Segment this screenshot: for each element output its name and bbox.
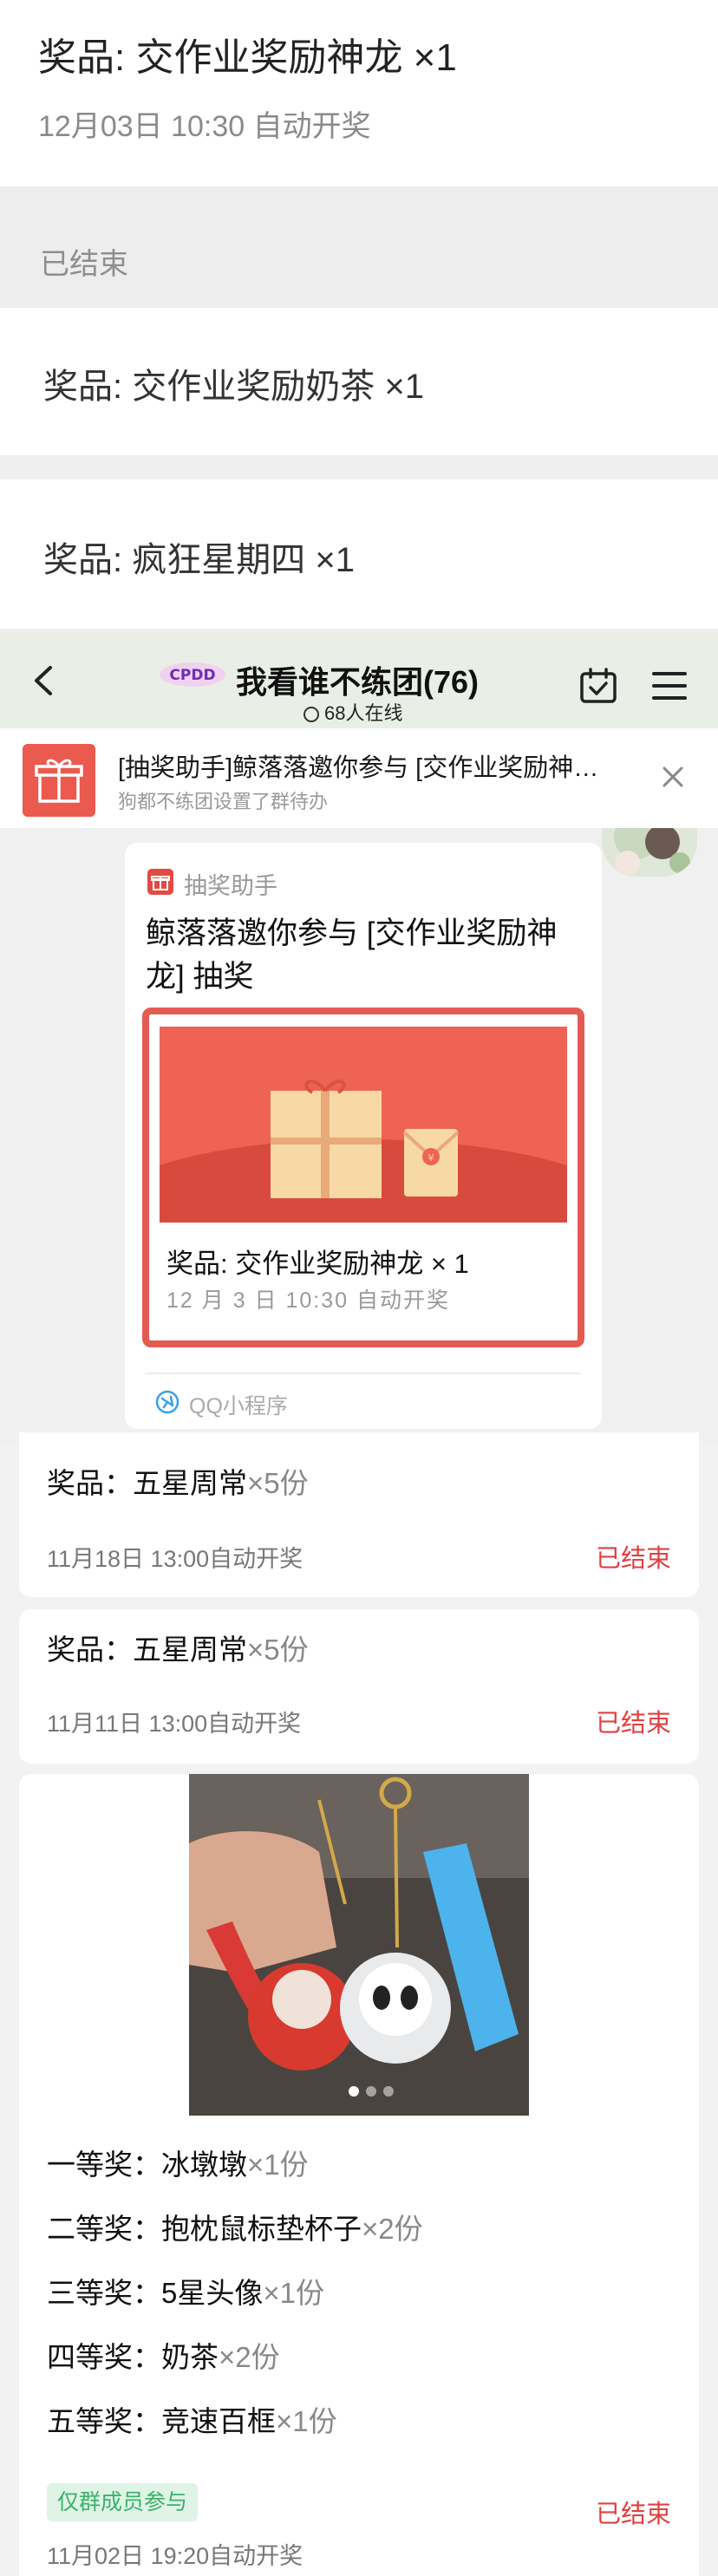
online-count-text: 68人在线 [324, 702, 403, 724]
tier-label: 五等奖： [47, 2405, 161, 2437]
record-prize-name: 五星周常 [133, 1634, 247, 1666]
ended-prize-item[interactable]: 奖品: 交作业奖励奶茶 ×1 [0, 308, 718, 455]
back-icon[interactable] [29, 666, 59, 695]
current-prize-schedule: 12月03日 10:30 自动开奖 [38, 110, 371, 143]
prize-tier: 三等奖：5星头像×1份 [47, 2270, 324, 2312]
calendar-check-icon[interactable] [579, 668, 617, 704]
tier-name: 5星头像 [161, 2277, 264, 2309]
ended-label: 已结束 [40, 248, 128, 281]
tier-label: 二等奖： [47, 2213, 161, 2245]
gift-illustration: ¥ [160, 1027, 567, 1223]
record-prize: 奖品：五星周常×5份 [47, 1460, 309, 1502]
group-name[interactable]: 我看谁不练团(76) [236, 657, 479, 702]
lottery-share-card[interactable]: 抽奖助手 鲸落落邀你参与 [交作业奖励神龙] 抽奖 ¥ 奖品: 交作业奖励神龙 … [125, 843, 602, 1429]
ended-section-header: 已结束 [0, 186, 718, 308]
current-prize-header: 奖品: 交作业奖励神龙 ×1 12月03日 10:30 自动开奖 [0, 0, 718, 186]
tier-name: 冰墩墩 [161, 2149, 247, 2181]
prize-tier: 五等奖：竞速百框×1份 [47, 2398, 337, 2440]
tier-name: 抱枕鼠标垫杯子 [161, 2213, 362, 2245]
card-time: 12 月 3 日 10:30 自动开奖 [166, 1288, 451, 1313]
tier-mult: ×1份 [247, 2149, 309, 2181]
record-status: 已结束 [595, 1545, 671, 1573]
online-count: 68人在线 [304, 698, 402, 726]
avatar[interactable] [602, 828, 697, 877]
lottery-record-multi[interactable]: 一等奖：冰墩墩×1份 二等奖：抱枕鼠标垫杯子×2份 三等奖：5星头像×1份 四等… [19, 1774, 699, 2576]
record-prize-label: 奖品： [47, 1467, 133, 1499]
prize-tier: 一等奖：冰墩墩×1份 [47, 2142, 309, 2183]
ended-prize-title: 奖品: 交作业奖励奶茶 ×1 [43, 368, 424, 406]
tier-mult: ×1份 [276, 2405, 337, 2437]
record-prize-label: 奖品： [47, 1634, 133, 1666]
lottery-record[interactable]: 奖品：五星周常×5份 11月11日 13:00自动开奖 已结束 [19, 1609, 699, 1764]
tier-mult: ×1份 [263, 2277, 324, 2309]
record-prize-name: 五星周常 [133, 1467, 247, 1499]
qq-mini-program-icon [155, 1390, 180, 1414]
record-status: 已结束 [595, 2501, 671, 2528]
tier-name: 竞速百框 [161, 2405, 276, 2437]
ended-prize-title: 奖品: 疯狂星期四 ×1 [43, 541, 355, 579]
record-prize-mult: ×5份 [247, 1467, 309, 1499]
prize-tier: 二等奖：抱枕鼠标垫杯子×2份 [47, 2206, 423, 2247]
online-indicator-icon [304, 707, 319, 722]
card-title: 鲸落落邀你参与 [交作业奖励神龙] 抽奖 [146, 916, 558, 994]
card-prize: 奖品: 交作业奖励神龙 × 1 [166, 1249, 469, 1279]
menu-icon[interactable] [652, 671, 687, 701]
ended-prize-item[interactable]: 奖品: 疯狂星期四 ×1 [0, 479, 718, 629]
prize-tier: 四等奖：奶茶×2份 [47, 2334, 280, 2376]
svg-text:¥: ¥ [428, 1152, 434, 1164]
tier-name: 奶茶 [161, 2341, 219, 2373]
record-prize-mult: ×5份 [247, 1634, 309, 1666]
card-app-name: 抽奖助手 [184, 873, 277, 899]
tier-label: 四等奖： [47, 2341, 161, 2373]
group-todo-notice[interactable]: [抽奖助手]鲸落落邀你参与 [交作业奖励神龙] 抽奖 狗都不练团设置了群待办 [0, 728, 718, 828]
notice-subtitle: 狗都不练团设置了群待办 [118, 791, 329, 812]
gift-icon [147, 869, 173, 895]
chat-nav-bar: CPDD 我看谁不练团(76) 68人在线 [0, 633, 718, 728]
members-only-badge: 仅群成员参与 [47, 2483, 199, 2521]
prize-photo[interactable] [189, 1774, 529, 2116]
record-time: 11月11日 13:00自动开奖 [47, 1711, 302, 1737]
card-divider [146, 1373, 581, 1374]
close-icon[interactable] [659, 763, 687, 791]
card-prize-frame: ¥ 奖品: 交作业奖励神龙 × 1 12 月 3 日 10:30 自动开奖 [142, 1008, 584, 1347]
record-time: 11月18日 13:00自动开奖 [47, 1546, 304, 1572]
lottery-record[interactable]: 奖品：五星周常×5份 11月18日 13:00自动开奖 已结束 [19, 1432, 699, 1597]
record-prize: 奖品：五星周常×5份 [47, 1627, 309, 1668]
tier-mult: ×2份 [362, 2213, 423, 2245]
svg-text:CPDD: CPDD [169, 667, 215, 684]
current-prize-title: 奖品: 交作业奖励神龙 ×1 [38, 36, 457, 79]
group-logo-icon: CPDD [160, 662, 225, 687]
tier-label: 一等奖： [47, 2149, 161, 2181]
tier-mult: ×2份 [219, 2341, 280, 2373]
card-footer-label: QQ小程序 [189, 1394, 288, 1418]
notice-title: [抽奖助手]鲸落落邀你参与 [交作业奖励神龙] 抽奖 [118, 754, 621, 782]
gift-icon [23, 744, 95, 817]
record-time: 11月02日 19:20自动开奖 [47, 2543, 304, 2569]
tier-label: 三等奖： [47, 2277, 161, 2309]
record-status: 已结束 [595, 1710, 671, 1738]
